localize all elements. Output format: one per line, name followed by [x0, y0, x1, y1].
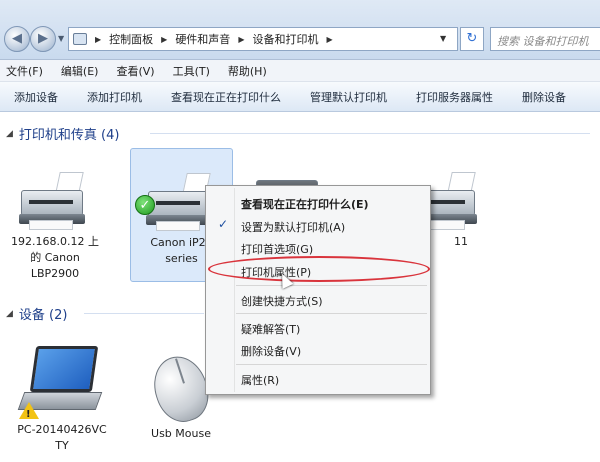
highlight-annotation [208, 256, 430, 282]
printer-icon [15, 170, 95, 234]
search-input[interactable]: 搜索 设备和打印机 [490, 27, 600, 51]
remove-device-button[interactable]: 删除设备 [522, 89, 566, 105]
control-panel-icon [73, 33, 87, 45]
menu-gutter [234, 188, 235, 392]
print-server-properties-button[interactable]: 打印服务器属性 [416, 89, 493, 105]
menu-edit[interactable]: 编辑(E) [61, 63, 99, 79]
manage-default-printers-button[interactable]: 管理默认打印机 [310, 89, 387, 105]
address-bar: ◀ ▶ ▼ ▶ 控制面板 ▶ 硬件和声音 ▶ 设备和打印机 ▶ ▼ ↻ 搜索 设… [0, 0, 600, 60]
device-computer[interactable]: ! PC-20140426VC TY [10, 344, 114, 454]
command-bar: 添加设备 添加打印机 查看现在正在打印什么 管理默认打印机 打印服务器属性 删除… [0, 82, 600, 112]
menu-item-remove-device[interactable]: 删除设备(V) [241, 343, 301, 359]
device-label: PC-20140426VC [17, 423, 107, 436]
group-devices-header[interactable]: ◢ 设备 (2) [6, 304, 67, 323]
collapse-icon[interactable]: ◢ [6, 309, 13, 319]
device-label: 的 Canon [30, 251, 80, 264]
check-icon: ✓ [218, 217, 229, 231]
laptop-icon: ! [17, 344, 107, 422]
breadcrumb[interactable]: ▶ 控制面板 ▶ 硬件和声音 ▶ 设备和打印机 ▶ [68, 27, 458, 51]
menu-view[interactable]: 查看(V) [116, 63, 154, 79]
default-printer-check-icon: ✓ [135, 195, 155, 215]
menu-item-see-printing[interactable]: 查看现在正在打印什么(E) [241, 196, 369, 212]
recent-pages-dropdown[interactable]: ▼ [58, 34, 64, 43]
group-devices-title: 设备 (2) [18, 308, 68, 323]
collapse-icon[interactable]: ◢ [6, 129, 13, 139]
add-device-button[interactable]: 添加设备 [14, 89, 58, 105]
chevron-right-icon[interactable]: ▶ [238, 35, 244, 44]
menu-item-create-shortcut[interactable]: 创建快捷方式(S) [241, 293, 323, 309]
breadcrumb-hardware-sound[interactable]: 硬件和声音 [175, 31, 230, 47]
forward-button[interactable]: ▶ [30, 26, 56, 52]
see-whats-printing-button[interactable]: 查看现在正在打印什么 [171, 89, 281, 105]
back-button[interactable]: ◀ [4, 26, 30, 52]
breadcrumb-devices-printers[interactable]: 设备和打印机 [252, 31, 318, 47]
breadcrumb-control-panel[interactable]: 控制面板 [109, 31, 153, 47]
chevron-right-icon[interactable]: ▶ [161, 35, 167, 44]
context-menu: 查看现在正在打印什么(E) ✓ 设置为默认打印机(A) 打印首选项(G) 打印机… [205, 185, 431, 395]
menu-file[interactable]: 文件(F) [6, 63, 43, 79]
device-label: TY [55, 439, 69, 452]
printer-canon-lbp2900[interactable]: 192.168.0.12 上 的 Canon LBP2900 [8, 170, 102, 282]
device-label: 192.168.0.12 上 [11, 235, 99, 248]
group-printers-header[interactable]: ◢ 打印机和传真 (4) [6, 124, 119, 143]
menu-separator [236, 364, 427, 365]
refresh-button[interactable]: ↻ [460, 27, 484, 51]
group-printers-title: 打印机和传真 (4) [18, 128, 120, 143]
chevron-right-icon[interactable]: ▶ [326, 35, 332, 44]
chevron-right-icon[interactable]: ▶ [95, 35, 101, 44]
device-label: Usb Mouse [151, 427, 211, 440]
group-divider [84, 313, 204, 314]
menu-bar: 文件(F) 编辑(E) 查看(V) 工具(T) 帮助(H) [0, 60, 600, 82]
menu-item-printing-preferences[interactable]: 打印首选项(G) [241, 241, 313, 257]
menu-item-set-default[interactable]: 设置为默认打印机(A) [241, 219, 345, 235]
menu-separator [236, 285, 427, 286]
menu-separator [236, 313, 427, 314]
menu-tools[interactable]: 工具(T) [173, 63, 210, 79]
add-printer-button[interactable]: 添加打印机 [87, 89, 142, 105]
address-dropdown-icon[interactable]: ▼ [440, 34, 446, 43]
menu-help[interactable]: 帮助(H) [228, 63, 267, 79]
device-label: LBP2900 [30, 267, 80, 280]
group-divider [150, 133, 590, 134]
menu-item-troubleshoot[interactable]: 疑难解答(T) [241, 321, 300, 337]
menu-item-properties[interactable]: 属性(R) [241, 372, 279, 388]
